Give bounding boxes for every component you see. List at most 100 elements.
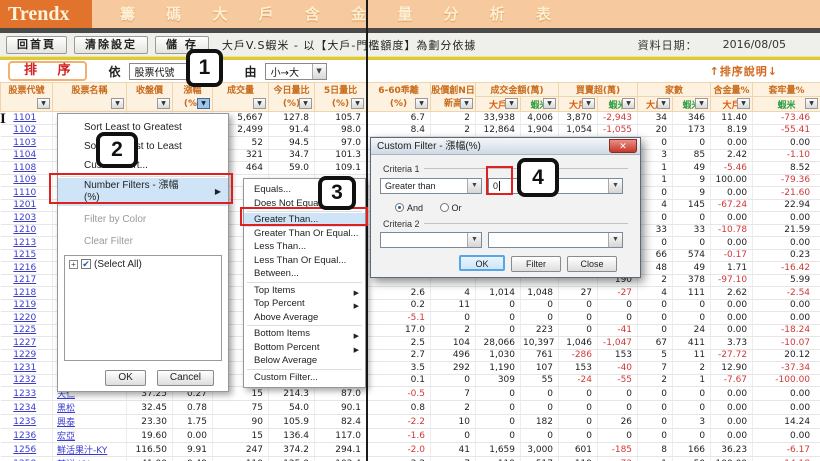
filter-button-icon[interactable]: ▼ [460,98,473,109]
filter-button-icon[interactable]: ▼ [805,98,819,109]
stock-code-link[interactable]: 1229 [13,350,36,360]
filter-button-icon[interactable]: ▼ [197,98,210,109]
stock-code-link[interactable]: 1109 [13,175,36,185]
submenu-item[interactable]: Bottom Items ▶ [244,327,365,341]
filter-button-icon[interactable]: ▼ [351,98,364,109]
table-cell: 1,014 [475,286,521,300]
dialog-ok-button[interactable]: OK [459,255,505,271]
table-cell: -286 [558,349,599,362]
filter-button-icon[interactable]: ▼ [299,98,312,109]
criteria2-value-input[interactable]: ▼ [488,232,623,248]
table-cell: 0 [475,311,521,325]
stock-code-link[interactable]: 1219 [13,300,36,310]
table-cell: -79.36 [752,174,820,187]
table-cell: 10,397 [520,336,560,350]
filter-value-listbox[interactable]: + ✔ (Select All) [64,255,222,361]
stock-code-link[interactable]: 1217 [13,275,36,285]
submenu-item[interactable]: Greater Than Or Equal... [244,227,365,241]
stock-name-link[interactable]: 興泰 [57,418,75,428]
filter-button-icon[interactable]: ▼ [37,98,50,109]
stock-code-link[interactable]: 1234 [13,403,36,413]
submenu-item[interactable]: Less Than Or Equal... [244,254,365,268]
dialog-close-button[interactable]: Close [567,256,617,272]
filter-button-icon[interactable]: ▼ [111,98,124,109]
table-cell: 1 [637,174,674,187]
submenu-item[interactable]: Bottom Percent ▶ [244,341,365,355]
submenu-item[interactable]: Below Average [244,354,365,368]
filter-button-icon[interactable]: ▼ [582,98,596,109]
filter-button-icon[interactable]: ▼ [622,98,636,109]
stock-code-link[interactable]: 1210 [13,225,36,235]
expand-icon[interactable]: + [69,260,78,269]
filter-button-icon[interactable]: ▼ [415,98,428,109]
radio-and[interactable] [395,203,404,212]
home-button[interactable]: 回首頁 [6,35,67,54]
dropdown-ok-button[interactable]: OK [105,370,146,386]
radio-or[interactable] [439,203,449,212]
stock-code-link[interactable]: 1220 [13,313,36,323]
group-header: 買賣超(萬) [558,82,639,97]
submenu-item[interactable]: Above Average [244,311,365,325]
stock-code-link[interactable]: 1233 [13,389,36,399]
table-cell: 0 [637,400,674,415]
filter-button-icon[interactable]: ▼ [157,98,170,109]
stock-code-link[interactable]: 1256 [13,445,36,455]
filter-button-icon[interactable]: ▼ [657,98,671,109]
criteria1-operator-select[interactable]: Greater than ▼ [380,178,482,194]
table-cell: 21.59 [752,224,820,237]
filter-button-icon[interactable]: ▼ [737,98,751,109]
dialog-filter-button[interactable]: Filter [511,256,561,272]
stock-code-link[interactable]: 1216 [13,263,36,273]
submenu-item[interactable]: Less Than... [244,240,365,254]
menu-item[interactable]: Sort Least to Greatest [58,118,228,137]
filter-button-icon[interactable]: ▼ [543,98,557,109]
stock-code-link[interactable]: 1213 [13,238,36,248]
sort-button[interactable]: 排 序 [8,61,87,81]
dialog-title-bar[interactable]: Custom Filter - 漲幅(%) ✕ [371,138,640,155]
stock-code-link[interactable]: 1235 [13,417,36,427]
table-cell: 0 [672,299,712,312]
filter-button-icon[interactable]: ▼ [695,98,709,109]
filter-button-icon[interactable]: ▼ [505,98,518,109]
stock-code-link[interactable]: 1218 [13,288,36,298]
stock-code-link[interactable]: 1225 [13,325,36,335]
submenu-item[interactable]: Top Items ▶ [244,284,365,298]
stock-code-link[interactable]: 1201 [13,200,36,210]
submenu-item[interactable]: Custom Filter... [244,371,365,385]
close-icon[interactable]: ✕ [609,139,637,153]
table-cell: 2.5 [366,336,431,350]
checkbox-checked-icon[interactable]: ✔ [81,259,91,269]
stock-code-link[interactable]: 1215 [13,250,36,260]
menu-item[interactable]: Sort Greatest to Least [58,137,228,156]
stock-name-link[interactable]: 宏亞 [57,432,75,442]
stock-code-link[interactable]: 1103 [13,138,36,148]
stock-code-link[interactable]: 1232 [13,375,36,385]
stock-name-link[interactable]: 鮮活果汁-KY [57,446,107,456]
table-cell: 15 [212,428,269,443]
stock-code-link[interactable]: 1108 [13,163,36,173]
sort-direction-select[interactable]: 小→大 ▼ [264,62,327,80]
stock-code-link[interactable]: 1110 [13,188,36,198]
stock-code-link[interactable]: 1231 [13,363,36,373]
filter-button-icon[interactable]: ▼ [253,98,266,109]
stock-code-link[interactable]: 1101 [13,113,36,123]
table-cell: -37.34 [752,361,820,375]
submenu-item[interactable]: Top Percent ▶ [244,297,365,311]
table-cell: 1219 [0,299,53,312]
stock-code-link[interactable]: 1236 [13,431,36,441]
sort-help-link[interactable]: ↑排序說明↓ [710,63,778,79]
submenu-item[interactable]: Between... [244,267,365,281]
table-cell: 33 [637,224,674,237]
table-cell: 0.00 [752,400,820,415]
clear-settings-button[interactable]: 清除設定 [74,35,148,54]
table-cell: 247 [212,442,269,457]
stock-code-link[interactable]: 1227 [13,338,36,348]
stock-name-link[interactable]: 黑松 [57,404,75,414]
stock-code-link[interactable]: 1104 [13,150,36,160]
stock-code-link[interactable]: 1102 [13,125,36,135]
stock-code-link[interactable]: 1203 [13,213,36,223]
table-cell: 28,066 [475,336,521,350]
table-cell: 214.3 [268,386,315,401]
criteria2-operator-select[interactable]: ▼ [380,232,482,248]
dropdown-cancel-button[interactable]: Cancel [156,370,214,386]
